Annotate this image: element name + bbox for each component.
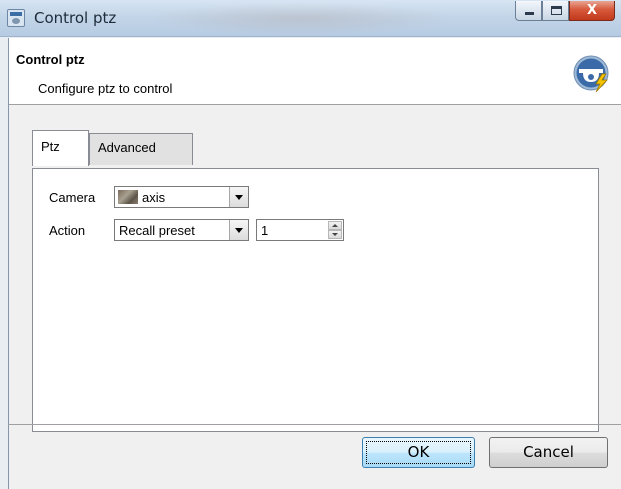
stepper-buttons <box>328 221 342 239</box>
app-icon[interactable] <box>7 9 25 27</box>
tab-advanced-label: Advanced <box>98 140 156 155</box>
chevron-down-icon[interactable] <box>229 187 248 207</box>
close-icon: X <box>586 3 598 18</box>
ptz-camera-lightning-icon <box>573 55 609 93</box>
header-title: Control ptz <box>16 52 85 67</box>
title-bar-background <box>150 2 450 35</box>
preset-number-stepper[interactable]: 1 <box>256 219 344 241</box>
camera-thumbnail <box>118 190 138 204</box>
dialog-header: Control ptz Configure ptz to control <box>9 38 621 105</box>
minimize-button[interactable] <box>515 1 542 21</box>
decrement-arrow-icon[interactable] <box>328 230 342 239</box>
title-bar[interactable]: Control ptz X <box>0 0 621 37</box>
action-select[interactable]: Recall preset <box>114 219 249 241</box>
maximize-button[interactable] <box>542 1 569 21</box>
window-title: Control ptz <box>34 9 117 27</box>
maximize-icon <box>551 6 562 15</box>
minimize-icon <box>525 12 534 15</box>
header-subtitle: Configure ptz to control <box>38 81 173 96</box>
cancel-button[interactable]: Cancel <box>489 437 608 468</box>
increment-arrow-icon[interactable] <box>328 221 342 230</box>
close-button[interactable]: X <box>569 1 615 21</box>
tab-panel-ptz: Camera axis Action Recall preset 1 <box>32 168 599 432</box>
ok-button[interactable]: OK <box>362 437 475 468</box>
cancel-button-label: Cancel <box>523 443 574 461</box>
chevron-down-icon[interactable] <box>229 220 248 240</box>
tab-advanced[interactable]: Advanced <box>89 133 193 165</box>
tab-ptz-label: Ptz <box>41 139 60 154</box>
footer-separator <box>8 424 621 425</box>
tab-ptz[interactable]: Ptz <box>32 130 89 166</box>
camera-select[interactable]: axis <box>114 186 249 208</box>
focus-rectangle <box>366 441 471 464</box>
action-label: Action <box>49 223 86 238</box>
camera-label: Camera <box>49 190 96 205</box>
caption-buttons: X <box>515 1 615 23</box>
action-select-value: Recall preset <box>119 223 195 238</box>
preset-number-value: 1 <box>261 223 269 238</box>
camera-select-value: axis <box>142 190 166 205</box>
